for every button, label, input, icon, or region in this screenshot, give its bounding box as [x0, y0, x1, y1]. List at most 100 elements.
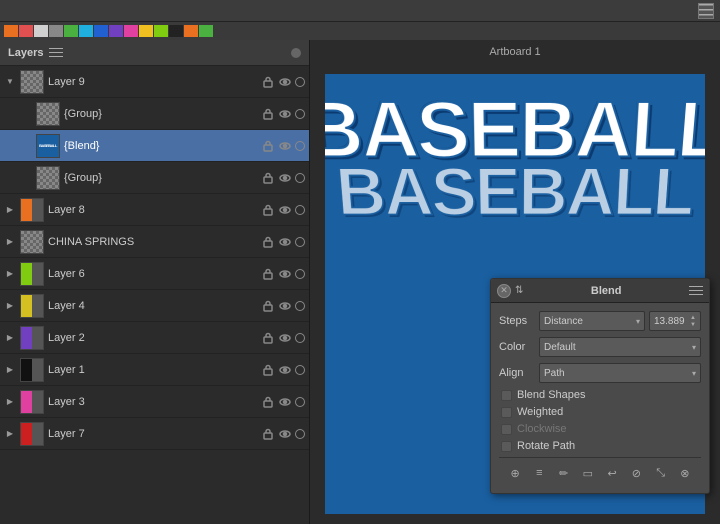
- color-swatch[interactable]: [34, 25, 48, 37]
- color-swatch[interactable]: [19, 25, 33, 37]
- layer-color-dot[interactable]: [295, 301, 305, 311]
- layer-row[interactable]: ▶Layer 2: [0, 322, 309, 354]
- color-swatch[interactable]: [184, 25, 198, 37]
- layer-name: Layer 4: [48, 300, 257, 312]
- color-swatch[interactable]: [199, 25, 213, 37]
- eye-icon[interactable]: [278, 171, 292, 185]
- layers-list[interactable]: ▼Layer 9{Group}BASEBALL{Blend}{Group}▶La…: [0, 66, 309, 524]
- color-swatch[interactable]: [124, 25, 138, 37]
- expand-icon[interactable]: ⤡: [651, 463, 671, 483]
- eye-icon[interactable]: [278, 395, 292, 409]
- layer-color-dot[interactable]: [295, 397, 305, 407]
- layer-row[interactable]: ▶CHINA SPRINGS: [0, 226, 309, 258]
- layer-thumbnail: [20, 326, 44, 350]
- blend-checkbox-2[interactable]: [501, 424, 512, 435]
- layer-color-dot[interactable]: [295, 205, 305, 215]
- color-swatch[interactable]: [94, 25, 108, 37]
- lock-icon[interactable]: [261, 267, 275, 281]
- color-swatch[interactable]: [109, 25, 123, 37]
- lock-icon[interactable]: [261, 395, 275, 409]
- eye-icon[interactable]: [278, 235, 292, 249]
- layer-color-dot[interactable]: [295, 109, 305, 119]
- eye-icon[interactable]: [278, 267, 292, 281]
- layer-color-dot[interactable]: [295, 269, 305, 279]
- color-swatch[interactable]: [4, 25, 18, 37]
- color-swatch[interactable]: [64, 25, 78, 37]
- lock-icon[interactable]: [261, 331, 275, 345]
- expand-arrow-icon[interactable]: ▶: [4, 364, 16, 376]
- color-swatch[interactable]: [79, 25, 93, 37]
- lock-icon[interactable]: [261, 203, 275, 217]
- lock-icon[interactable]: [261, 75, 275, 89]
- expand-arrow-icon[interactable]: ▶: [4, 332, 16, 344]
- eye-icon[interactable]: [278, 107, 292, 121]
- eye-icon[interactable]: [278, 427, 292, 441]
- expand-arrow-icon[interactable]: ▼: [4, 76, 16, 88]
- layer-color-dot[interactable]: [295, 365, 305, 375]
- eye-icon[interactable]: [278, 139, 292, 153]
- expand-arrow-icon[interactable]: ▶: [4, 236, 16, 248]
- layer-row[interactable]: ▶ Layer 4: [0, 290, 309, 322]
- reverse-icon[interactable]: ↩: [602, 463, 622, 483]
- layer-row[interactable]: ▶Layer 7: [0, 418, 309, 450]
- layer-row[interactable]: {Group}: [0, 98, 309, 130]
- expand-arrow-icon[interactable]: ▶: [4, 396, 16, 408]
- blend-checkbox-0[interactable]: [501, 390, 512, 401]
- expand-arrow-icon[interactable]: ▶: [4, 300, 16, 312]
- delete-icon[interactable]: ⊗: [675, 463, 695, 483]
- layer-color-dot[interactable]: [295, 173, 305, 183]
- lock-icon[interactable]: [261, 427, 275, 441]
- color-swatch[interactable]: [49, 25, 63, 37]
- lock-icon[interactable]: [261, 107, 275, 121]
- blend-align-value[interactable]: Path ▾: [539, 363, 701, 383]
- layer-thumbnail: [20, 198, 44, 222]
- layers-panel-menu[interactable]: [49, 47, 63, 59]
- lock-icon[interactable]: [261, 299, 275, 313]
- eye-icon[interactable]: [278, 363, 292, 377]
- layer-color-dot[interactable]: [295, 429, 305, 439]
- eye-icon[interactable]: [278, 75, 292, 89]
- align-icon[interactable]: ≡: [529, 463, 549, 483]
- shape-icon[interactable]: ▭: [578, 463, 598, 483]
- layer-name: Layer 1: [48, 364, 257, 376]
- exclude-icon[interactable]: ⊘: [626, 463, 646, 483]
- layer-row[interactable]: ▶ Layer 1: [0, 354, 309, 386]
- lock-icon[interactable]: [261, 171, 275, 185]
- expand-arrow-icon[interactable]: ▶: [4, 428, 16, 440]
- color-swatch[interactable]: [139, 25, 153, 37]
- layer-color-dot[interactable]: [295, 237, 305, 247]
- color-swatch[interactable]: [154, 25, 168, 37]
- blend-body: Steps Distance ▾ 13.889 ▲▼ Color: [491, 303, 709, 493]
- edit-icon[interactable]: ✏: [554, 463, 574, 483]
- layer-row[interactable]: BASEBALL{Blend}: [0, 130, 309, 162]
- eye-icon[interactable]: [278, 203, 292, 217]
- layer-color-dot[interactable]: [295, 141, 305, 151]
- layer-row[interactable]: {Group}: [0, 162, 309, 194]
- blend-steps-stepper[interactable]: ▲▼: [690, 315, 696, 328]
- blend-checkbox-3[interactable]: [501, 441, 512, 452]
- blend-checkbox-1[interactable]: [501, 407, 512, 418]
- layer-color-dot[interactable]: [295, 77, 305, 87]
- layers-panel-close[interactable]: [291, 48, 301, 58]
- lock-icon[interactable]: [261, 139, 275, 153]
- lock-icon[interactable]: [261, 235, 275, 249]
- eye-icon[interactable]: [278, 299, 292, 313]
- top-bar: [0, 0, 720, 22]
- expand-arrow-icon[interactable]: ▶: [4, 268, 16, 280]
- add-icon[interactable]: ⊕: [505, 463, 525, 483]
- layer-row[interactable]: ▶Layer 8: [0, 194, 309, 226]
- layer-row[interactable]: ▶Layer 3: [0, 386, 309, 418]
- blend-color-value[interactable]: Default ▾: [539, 337, 701, 357]
- blend-panel-close[interactable]: ✕: [497, 284, 511, 298]
- blend-steps-value[interactable]: 13.889 ▲▼: [649, 311, 701, 331]
- blend-steps-method[interactable]: Distance ▾: [539, 311, 645, 331]
- layer-row[interactable]: ▼Layer 9: [0, 66, 309, 98]
- layer-color-dot[interactable]: [295, 333, 305, 343]
- blend-panel-menu[interactable]: [689, 285, 703, 297]
- panel-menu-icon[interactable]: [698, 3, 714, 19]
- color-swatch[interactable]: [169, 25, 183, 37]
- lock-icon[interactable]: [261, 363, 275, 377]
- expand-arrow-icon[interactable]: ▶: [4, 204, 16, 216]
- eye-icon[interactable]: [278, 331, 292, 345]
- layer-row[interactable]: ▶Layer 6: [0, 258, 309, 290]
